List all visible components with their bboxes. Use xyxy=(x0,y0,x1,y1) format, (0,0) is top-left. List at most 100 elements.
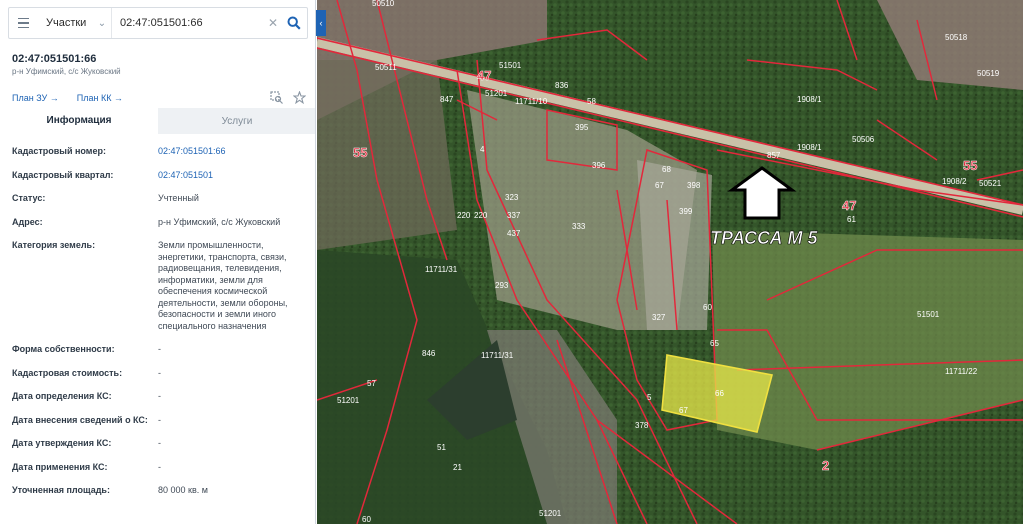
star-icon[interactable] xyxy=(292,90,307,109)
attribute-table: Кадастровый номер: 02:47:051501:66 Кадастр… xyxy=(0,140,315,497)
attribute-value-link[interactable]: 02:47:051501:66 xyxy=(158,146,304,158)
cadastral-label: 47 xyxy=(842,198,856,213)
object-actions xyxy=(270,90,307,109)
object-subtitle: р-н Уфимский, с/с Жуковский xyxy=(12,67,121,76)
attribute-row: Адрес: р-н Уфимский, с/с Жуковский xyxy=(0,205,315,229)
attribute-value: - xyxy=(158,461,161,472)
menu-icon[interactable] xyxy=(9,8,37,38)
cadastral-label: 220 xyxy=(474,211,488,220)
search-icon[interactable] xyxy=(281,8,307,38)
attribute-label: Форма собственности: xyxy=(12,344,115,354)
chevron-down-icon[interactable]: ⌄ xyxy=(93,18,111,29)
attribute-row: Дата определения КС: - xyxy=(0,379,315,403)
cadastral-label: 11711/31 xyxy=(481,351,514,360)
attribute-row: Уточненная площадь: 80 000 кв. м xyxy=(0,473,315,497)
cadastral-label: 337 xyxy=(507,211,521,220)
cadastral-label: 5 xyxy=(647,393,652,402)
attribute-value: - xyxy=(158,391,161,401)
collapse-panel-button[interactable]: ‹ xyxy=(316,10,326,36)
attribute-label: Уточненная площадь: xyxy=(12,485,110,495)
cadastral-label: 437 xyxy=(507,229,521,238)
tab-bar: Информация Услуги xyxy=(0,108,315,134)
cadastral-label: 66 xyxy=(715,389,724,398)
search-input[interactable] xyxy=(120,17,265,29)
attribute-value: Земли промышленности, энергетики, трансп… xyxy=(158,240,288,331)
attribute-value: р-н Уфимский, с/с Жуковский xyxy=(158,216,281,227)
cadastral-label: 50518 xyxy=(945,33,968,42)
cadastral-label: 378 xyxy=(635,421,649,430)
cadastral-label: 857 xyxy=(767,151,781,160)
cadastral-label: 399 xyxy=(679,207,693,216)
cadastral-label: 68 xyxy=(662,165,671,174)
info-panel: Участки ⌄ ✕ 02:47:051501:66 р-н Уфимский… xyxy=(0,0,316,524)
attribute-value-link[interactable]: 02:47:051501 xyxy=(158,170,304,182)
attribute-row: Категория земель: Земли промышленности, э… xyxy=(0,228,315,332)
cadastral-label: 398 xyxy=(687,181,701,190)
cadastral-label: 58 xyxy=(587,97,596,106)
cadastral-label: 51501 xyxy=(499,61,522,70)
cadastral-label: 395 xyxy=(575,123,589,132)
attribute-row: Кадастровая стоимость: - xyxy=(0,356,315,380)
industrial-area-west xyxy=(317,60,457,250)
cadastral-label: 57 xyxy=(367,379,376,388)
cadastral-label: 323 xyxy=(505,193,519,202)
cadastral-label: 51 xyxy=(437,443,446,452)
attribute-value: - xyxy=(158,414,161,425)
tab-services[interactable]: Услуги xyxy=(158,108,315,134)
cadastral-label: 55 xyxy=(353,145,367,160)
cadastral-label: 51501 xyxy=(917,310,940,319)
tab-information[interactable]: Информация xyxy=(0,108,158,134)
plan-kk-link[interactable]: План КК → xyxy=(77,93,123,103)
satellite-map[interactable]: ТРАССА М 5 50510 50518 50511 50519 51501 5120… xyxy=(317,0,1023,524)
cadastral-label: 61 xyxy=(847,215,856,224)
cadastral-label: 50506 xyxy=(852,135,875,144)
attribute-row: Статус: Учтенный xyxy=(0,181,315,205)
clear-icon[interactable]: ✕ xyxy=(265,16,281,30)
cadastral-label: 327 xyxy=(652,313,666,322)
zoom-to-object-icon[interactable] xyxy=(270,91,283,109)
attribute-label: Кадастровый квартал: xyxy=(12,169,114,180)
cadastral-label: 67 xyxy=(655,181,664,190)
attribute-value: - xyxy=(158,367,161,378)
plan-zu-link[interactable]: План ЗУ → xyxy=(12,93,59,103)
attribute-label: Адрес: xyxy=(12,216,43,227)
attribute-label: Дата внесения сведений о КС: xyxy=(12,414,148,425)
map-view[interactable]: ТРАССА М 5 50510 50518 50511 50519 51501 5120… xyxy=(317,0,1023,524)
attribute-value: Учтенный xyxy=(158,193,199,203)
plan-links: План ЗУ → План КК → xyxy=(12,93,123,103)
search-category-select[interactable]: Участки xyxy=(37,17,93,29)
divider xyxy=(111,8,112,38)
cadastral-label: 51201 xyxy=(485,89,508,98)
attribute-label: Дата определения КС: xyxy=(12,391,112,401)
attribute-label: Дата утверждения КС: xyxy=(12,438,112,448)
cadastral-label: 21 xyxy=(453,463,462,472)
attribute-label: Дата применения КС: xyxy=(12,461,108,472)
cadastral-label: 293 xyxy=(495,281,509,290)
attribute-value: - xyxy=(158,344,161,354)
cadastral-label: 2 xyxy=(822,458,829,473)
cadastral-label: 50510 xyxy=(372,0,395,8)
attribute-value: - xyxy=(158,438,161,448)
attribute-row: Кадастровый номер: 02:47:051501:66 xyxy=(0,140,315,158)
attribute-row: Дата применения КС: - xyxy=(0,450,315,474)
cadastral-label: 220 xyxy=(457,211,471,220)
cadastral-label: 333 xyxy=(572,222,586,231)
cadastral-label: 4 xyxy=(480,145,485,154)
cadastral-label: 60 xyxy=(362,515,371,524)
attribute-row: Дата утверждения КС: - xyxy=(0,426,315,450)
cadastral-label: 67 xyxy=(679,406,688,415)
cadastral-label: 47 xyxy=(477,68,491,83)
cadastral-label: 11711/10 xyxy=(515,97,548,106)
attribute-label: Кадастровый номер: xyxy=(12,146,106,156)
cadastral-label: 836 xyxy=(555,81,569,90)
attribute-row: Дата внесения сведений о КС: - xyxy=(0,403,315,427)
attribute-row: Кадастровый квартал: 02:47:051501 xyxy=(0,158,315,182)
cadastral-label: 51201 xyxy=(337,396,360,405)
search-bar: Участки ⌄ ✕ xyxy=(8,7,308,39)
cadastral-label: 60 xyxy=(703,303,712,312)
attribute-label: Статус: xyxy=(12,193,46,203)
attribute-row: Форма собственности: - xyxy=(0,332,315,356)
cadastral-label: 50521 xyxy=(979,179,1002,188)
cadastral-label: 11711/22 xyxy=(945,367,978,376)
cadastral-label: 11711/31 xyxy=(425,265,458,274)
